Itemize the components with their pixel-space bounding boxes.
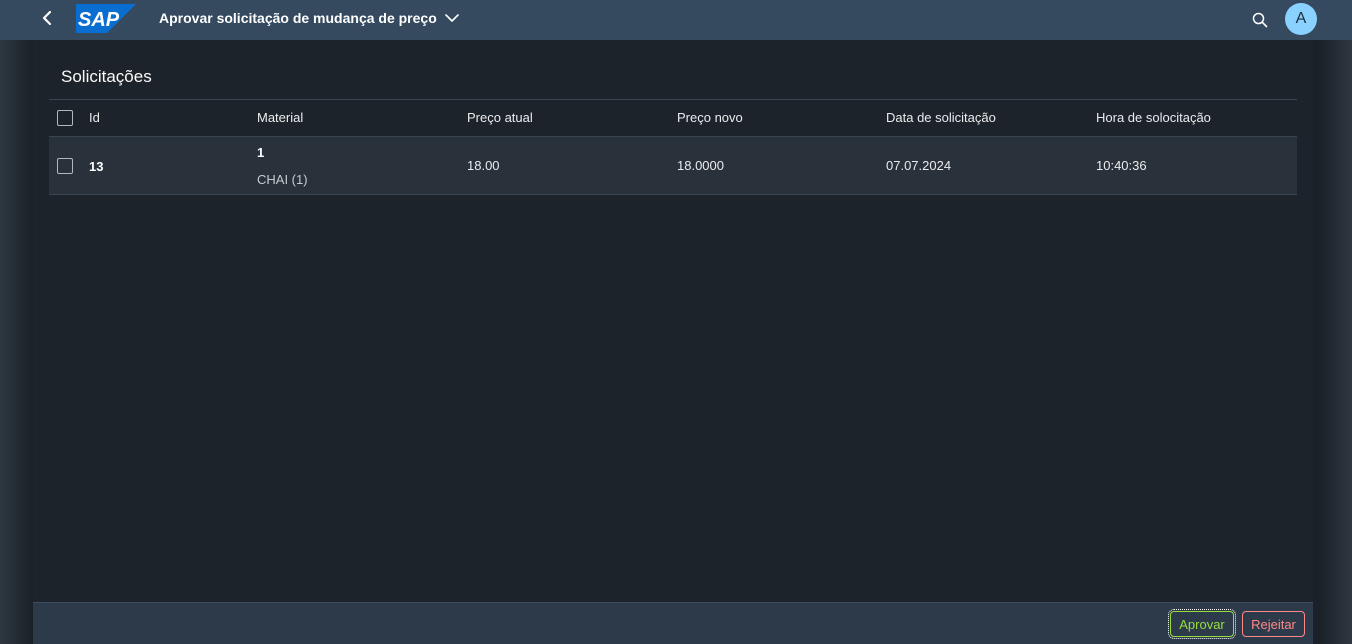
table-title: Solicitações <box>61 67 152 86</box>
avatar-initial: A <box>1295 10 1307 27</box>
cell-data: 07.07.2024 <box>886 158 952 173</box>
app-title: Aprovar solicitação de mudança de preço <box>159 10 437 26</box>
cell-preco-atual: 18.00 <box>467 158 500 173</box>
approve-button[interactable]: Aprovar <box>1168 609 1236 639</box>
column-header-data[interactable]: Data de solicitação <box>886 110 996 125</box>
back-button[interactable] <box>34 4 62 32</box>
sap-logo[interactable]: SAP <box>76 4 136 33</box>
search-icon <box>1252 12 1268 28</box>
requests-table: Id Material Preço atual Preço novo Data … <box>49 99 1297 195</box>
search-button[interactable] <box>1246 6 1274 34</box>
app-title-menu[interactable]: Aprovar solicitação de mudança de preço <box>159 10 459 26</box>
avatar[interactable]: A <box>1285 3 1317 35</box>
footer-toolbar: Aprovar Rejeitar <box>33 602 1313 644</box>
table-header: Id Material Preço atual Preço novo Data … <box>49 99 1297 137</box>
cell-hora: 10:40:36 <box>1096 158 1147 173</box>
select-all-checkbox[interactable] <box>57 110 73 126</box>
cell-id: 13 <box>89 159 104 174</box>
cell-preco-novo: 18.0000 <box>677 158 724 173</box>
reject-button[interactable]: Rejeitar <box>1242 611 1305 637</box>
column-header-id[interactable]: Id <box>89 110 100 125</box>
row-checkbox[interactable] <box>57 158 73 174</box>
column-header-material[interactable]: Material <box>257 110 303 125</box>
cell-material-code: 1 <box>257 145 265 160</box>
shell-bar: SAP Aprovar solicitação de mudança de pr… <box>0 0 1352 40</box>
page-content: Solicitações Id Material Preço atual Pre… <box>33 40 1313 602</box>
column-header-preco-atual[interactable]: Preço atual <box>467 110 533 125</box>
back-icon <box>42 10 52 26</box>
cell-material-name: CHAI (1) <box>257 172 308 187</box>
column-header-preco-novo[interactable]: Preço novo <box>677 110 743 125</box>
column-header-hora[interactable]: Hora de solocitação <box>1096 110 1211 125</box>
chevron-down-icon <box>444 14 459 22</box>
logo-text: SAP <box>78 9 120 31</box>
table-row[interactable]: 13 1 CHAI (1) 18.00 18.0000 07.07.2024 1… <box>49 137 1297 195</box>
